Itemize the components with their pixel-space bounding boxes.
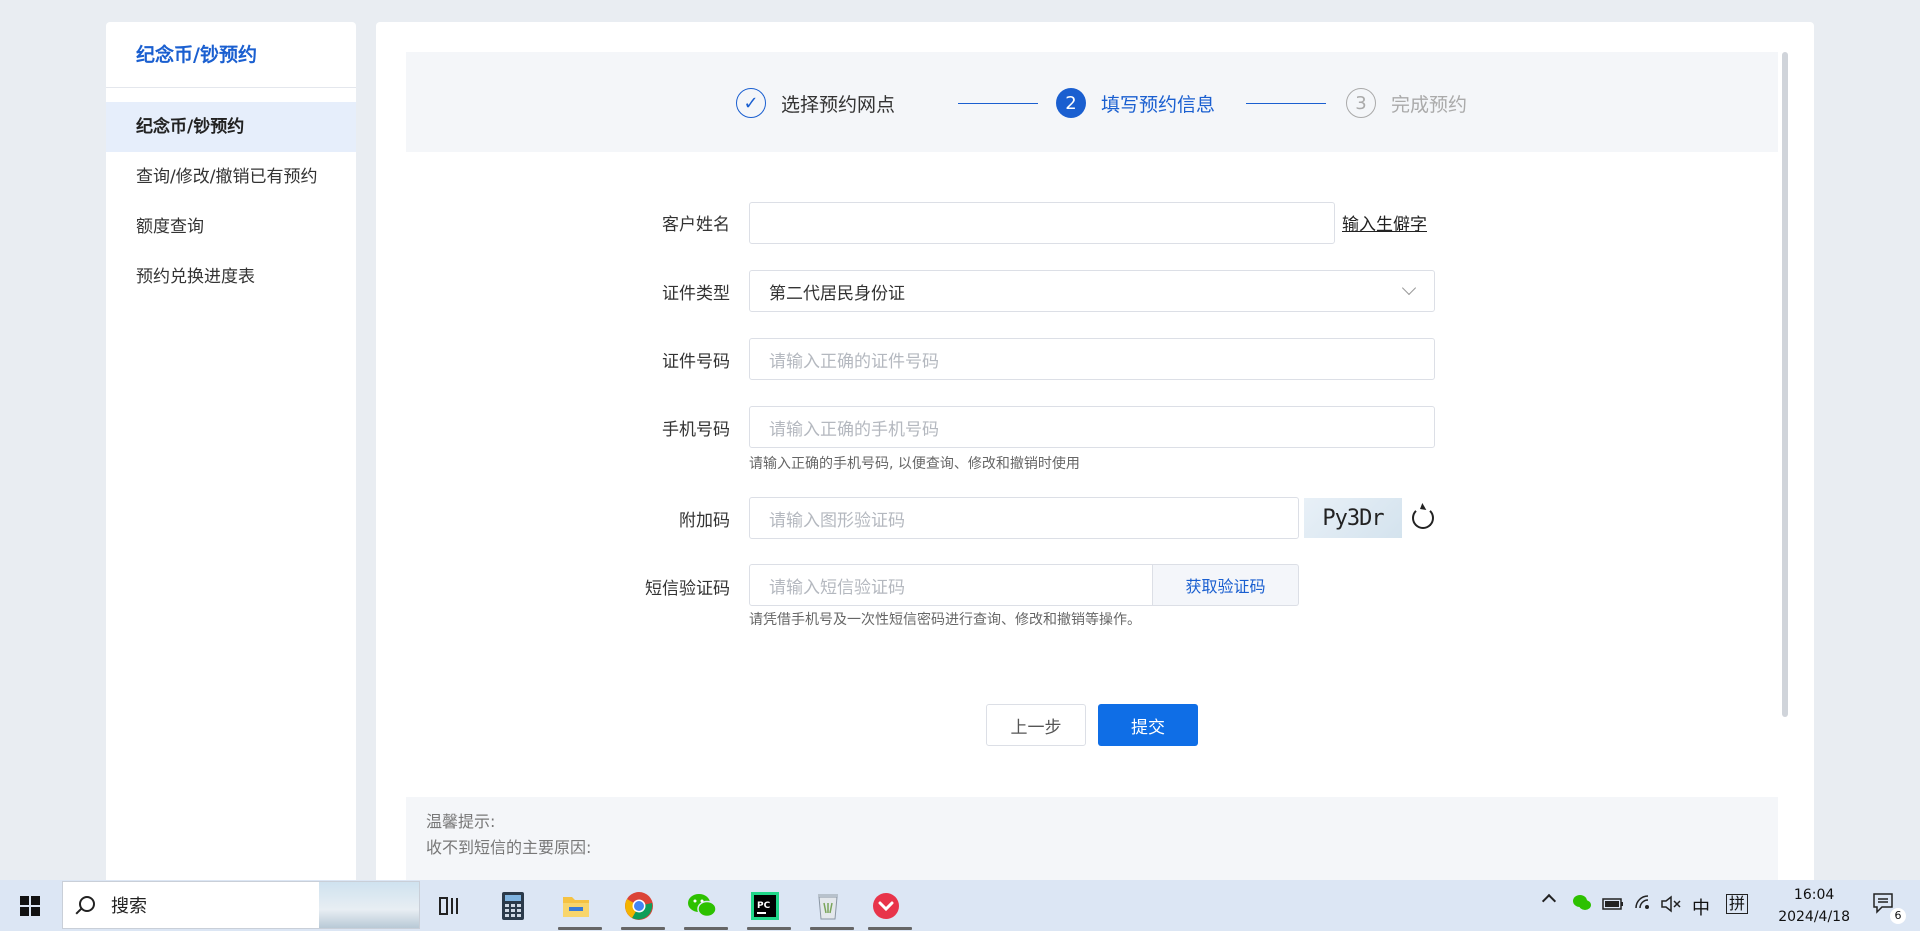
- clock-date: 2024/4/18: [1778, 909, 1850, 925]
- file-explorer-icon[interactable]: [556, 886, 602, 930]
- step-label: 选择预约网点: [781, 93, 896, 116]
- get-sms-code-button[interactable]: 获取验证码: [1153, 564, 1299, 606]
- phone-label: 手机号码: [662, 420, 730, 440]
- phone-input[interactable]: 请输入正确的手机号码: [749, 406, 1435, 448]
- sidebar: 纪念币/钞预约 纪念币/钞预约 查询/修改/撤销已有预约 额度查询 预约兑换进度…: [106, 22, 356, 880]
- step-number: 2: [1056, 88, 1086, 118]
- wifi-icon[interactable]: [1634, 894, 1654, 916]
- app-red-icon[interactable]: [866, 886, 912, 930]
- sms-placeholder: 请输入短信验证码: [769, 577, 905, 598]
- taskbar: 搜索 PC 中 拼 16:04 2024/4/18 6: [0, 880, 1920, 931]
- battery-icon[interactable]: [1602, 896, 1624, 915]
- sms-helper-text: 请凭借手机号及一次性短信密码进行查询、修改和撤销等操作。: [749, 612, 1141, 628]
- tips-panel: 温馨提示: 收不到短信的主要原因:: [406, 797, 1778, 880]
- notification-count-badge: 6: [1890, 908, 1906, 924]
- clock-time: 16:04: [1793, 887, 1835, 903]
- captcha-input[interactable]: 请输入图形验证码: [749, 497, 1299, 539]
- sidebar-item-progress-table[interactable]: 预约兑换进度表: [106, 252, 356, 302]
- svg-text:PC: PC: [757, 901, 771, 911]
- task-view-icon[interactable]: [430, 886, 470, 926]
- id-number-input[interactable]: 请输入正确的证件号码: [749, 338, 1435, 380]
- wechat-tray-icon[interactable]: [1572, 894, 1592, 916]
- step-select-branch: ✓ 选择预约网点: [736, 87, 895, 119]
- name-label: 客户姓名: [662, 215, 730, 235]
- chevron-up-icon[interactable]: [1541, 893, 1557, 909]
- submit-button[interactable]: 提交: [1098, 704, 1198, 746]
- step-label: 完成预约: [1391, 93, 1468, 116]
- ime-mode-indicator[interactable]: 拼: [1726, 894, 1749, 914]
- step-number: 3: [1346, 88, 1376, 118]
- refresh-icon[interactable]: [1412, 507, 1434, 529]
- step-connector: [958, 103, 1038, 104]
- step-complete: 3 完成预约: [1346, 87, 1467, 119]
- captcha-image[interactable]: Py3Dr: [1304, 498, 1402, 538]
- chrome-icon[interactable]: [619, 886, 665, 930]
- ime-language-indicator[interactable]: 中: [1692, 894, 1710, 920]
- name-input[interactable]: [749, 202, 1335, 244]
- step-label: 填写预约信息: [1101, 93, 1216, 116]
- calculator-icon[interactable]: [493, 886, 533, 926]
- step-fill-info: 2 填写预约信息: [1056, 87, 1215, 119]
- id-type-value: 第二代居民身份证: [769, 283, 905, 304]
- rare-char-link[interactable]: 输入生僻字: [1342, 210, 1427, 235]
- id-number-placeholder: 请输入正确的证件号码: [769, 351, 939, 372]
- id-type-label: 证件类型: [662, 284, 730, 304]
- wechat-icon[interactable]: [682, 886, 728, 930]
- search-icon: [79, 896, 95, 912]
- sidebar-menu: 纪念币/钞预约 查询/修改/撤销已有预约 额度查询 预约兑换进度表: [106, 102, 356, 302]
- sms-input[interactable]: 请输入短信验证码: [749, 564, 1153, 606]
- taskbar-search[interactable]: 搜索: [62, 881, 420, 929]
- captcha-label: 附加码: [679, 511, 730, 531]
- phone-helper-text: 请输入正确的手机号码, 以便查询、修改和撤销时使用: [749, 456, 1080, 472]
- main-panel: ✓ 选择预约网点 2 填写预约信息 3 完成预约 客户姓名 输入生僻字 证件类型…: [376, 22, 1814, 880]
- windows-start-icon[interactable]: [20, 896, 40, 916]
- recycle-bin-icon[interactable]: [808, 886, 854, 930]
- sidebar-item-reservation[interactable]: 纪念币/钞预约: [106, 102, 356, 152]
- tips-line: 收不到短信的主要原因:: [426, 838, 592, 857]
- system-clock[interactable]: 16:04 2024/4/18: [1778, 884, 1850, 928]
- sidebar-item-manage-reservation[interactable]: 查询/修改/撤销已有预约: [106, 152, 356, 202]
- search-label: 搜索: [111, 896, 147, 917]
- prev-step-button[interactable]: 上一步: [986, 704, 1086, 746]
- pycharm-icon[interactable]: PC: [745, 886, 791, 930]
- id-type-select[interactable]: 第二代居民身份证: [749, 270, 1435, 312]
- scrollbar[interactable]: [1782, 52, 1788, 717]
- check-icon: ✓: [736, 88, 766, 118]
- phone-placeholder: 请输入正确的手机号码: [769, 419, 939, 440]
- captcha-placeholder: 请输入图形验证码: [769, 510, 905, 531]
- sidebar-item-quota-query[interactable]: 额度查询: [106, 202, 356, 252]
- search-highlight-image: [319, 882, 419, 928]
- sidebar-title: 纪念币/钞预约: [106, 22, 356, 88]
- volume-muted-icon[interactable]: [1660, 895, 1682, 917]
- id-number-label: 证件号码: [662, 352, 730, 372]
- step-connector: [1246, 103, 1326, 104]
- sms-label: 短信验证码: [645, 579, 730, 599]
- progress-steps: ✓ 选择预约网点 2 填写预约信息 3 完成预约: [406, 52, 1778, 152]
- chevron-down-icon: [1401, 280, 1417, 296]
- tips-title: 温馨提示:: [426, 812, 496, 831]
